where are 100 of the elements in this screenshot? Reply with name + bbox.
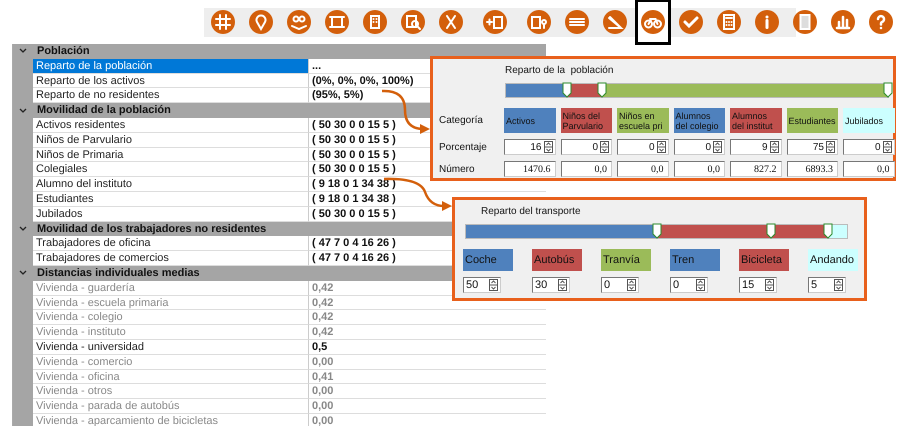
section-header[interactable]: Población — [33, 44, 90, 59]
number-field[interactable]: 0,0 — [617, 161, 668, 177]
row-label: Número — [439, 164, 476, 174]
mode-label: Tren — [670, 249, 720, 271]
property-value[interactable]: ( 50 30 0 0 15 5 ) — [312, 118, 396, 131]
slider-thumb[interactable] — [562, 82, 572, 98]
distribution-bar[interactable] — [465, 224, 848, 239]
category-label: Niños del Parvulario — [560, 108, 612, 133]
spinner-icon[interactable] — [656, 141, 666, 153]
chevron-icon[interactable] — [18, 106, 28, 115]
search-icon — [401, 10, 425, 34]
spinner-icon[interactable] — [765, 279, 774, 291]
slider-thumb[interactable] — [596, 82, 606, 98]
spin-field[interactable]: 75 — [786, 139, 838, 155]
chevron-icon[interactable] — [18, 47, 28, 56]
mode-label: Coche — [463, 249, 513, 271]
property-name[interactable]: Alumno del instituto — [33, 177, 309, 192]
property-name[interactable]: Estudiantes — [33, 192, 309, 207]
spin-field[interactable]: 30 — [532, 277, 570, 293]
spinner-icon[interactable] — [627, 279, 636, 291]
panel-title: Reparto del transporte — [481, 206, 582, 219]
category-label: Estudiantes — [786, 108, 838, 133]
slider-thumb[interactable] — [883, 82, 893, 98]
property-value[interactable]: (0%, 0%, 0%, 100%) — [312, 74, 414, 87]
property-value[interactable]: 0,5 — [312, 340, 328, 353]
spinner-icon[interactable] — [558, 279, 567, 291]
spin-field[interactable]: 0 — [560, 139, 612, 155]
mode-label: Tranvía — [601, 249, 651, 271]
property-value[interactable]: ( 50 30 0 0 15 5 ) — [312, 134, 396, 146]
spinner-icon[interactable] — [770, 141, 778, 153]
info-icon — [755, 10, 779, 34]
number-field[interactable]: 0,0 — [560, 161, 612, 177]
category-label: Niños en escuela pri — [617, 108, 668, 133]
property-name[interactable]: Reparto de la población — [33, 58, 309, 74]
number-field[interactable]: 0,0 — [674, 161, 725, 177]
mode-label: Autobús — [532, 249, 582, 271]
spinner-icon[interactable] — [489, 279, 498, 291]
spinner-icon[interactable] — [600, 141, 609, 153]
number-field[interactable]: 0,0 — [843, 161, 894, 177]
property-name[interactable]: Niños de Parvulario — [33, 132, 309, 148]
building-tree-icon — [527, 10, 551, 34]
property-value[interactable]: ( 50 30 0 0 15 5 ) — [312, 163, 396, 176]
spin-field[interactable]: 16 — [504, 139, 556, 155]
slider-thumb[interactable] — [652, 223, 662, 239]
number-field[interactable]: 1470.6 — [504, 161, 556, 177]
calculator-icon — [717, 10, 741, 34]
slider-thumb[interactable] — [822, 223, 833, 239]
number-field[interactable]: 6893.3 — [786, 161, 838, 177]
arrow — [382, 90, 430, 134]
mode-label: Andando — [808, 249, 858, 271]
spinner-icon[interactable] — [826, 141, 835, 153]
check-icon — [679, 10, 703, 34]
property-value[interactable]: ( 50 30 0 0 15 5 ) — [312, 148, 396, 161]
spinner-icon[interactable] — [882, 141, 892, 153]
spinner-icon[interactable] — [696, 279, 705, 291]
category-label: Jubilados — [843, 108, 894, 133]
bars-icon — [565, 10, 589, 34]
row-label: Categoría — [439, 115, 484, 126]
property-value[interactable]: (95%, 5%) — [312, 89, 364, 102]
panel-title: Reparto de la población — [505, 65, 614, 78]
property-name[interactable]: Reparto de los activos — [33, 74, 309, 88]
property-name[interactable]: Colegiales — [33, 162, 309, 178]
spin-field[interactable]: 50 — [463, 277, 501, 293]
category-label: Alumnos del colegio — [674, 108, 725, 133]
category-label: Alumnos del institut — [730, 108, 782, 133]
spinner-icon[interactable] — [713, 141, 722, 153]
spin-field[interactable]: 0 — [617, 139, 668, 155]
spin-field[interactable]: 0 — [670, 277, 708, 293]
property-value[interactable]: ... — [312, 60, 322, 72]
spin-field[interactable]: 5 — [808, 277, 846, 293]
property-name[interactable]: Activos residentes — [33, 118, 309, 133]
pin-icon — [249, 10, 273, 34]
number-field[interactable]: 827.2 — [730, 161, 782, 177]
spin-field[interactable]: 9 — [730, 139, 782, 155]
frame-icon — [325, 10, 349, 34]
spinner-icon[interactable] — [834, 279, 843, 291]
property-name[interactable]: Niños de Primaria — [33, 148, 309, 162]
slider-thumb[interactable] — [766, 223, 776, 239]
help-icon — [869, 10, 893, 34]
property-value[interactable]: ( 9 18 0 1 34 38 ) — [312, 192, 396, 205]
property-value[interactable]: ( 47 7 0 4 16 26 ) — [312, 252, 396, 264]
grid-icon — [211, 10, 235, 34]
spinner-icon[interactable] — [544, 141, 552, 153]
property-value[interactable]: ( 47 7 0 4 16 26 ) — [312, 237, 396, 250]
spin-field[interactable]: 0 — [674, 139, 725, 155]
row-label: Porcentaje — [439, 142, 488, 152]
property-name[interactable]: Vivienda - universidad — [33, 340, 309, 355]
mode-label: Bicicleta — [739, 249, 789, 271]
property-name[interactable]: Trabajadores de oficina — [33, 236, 309, 252]
spin-field[interactable]: 0 — [843, 139, 894, 155]
add-building-icon — [483, 10, 507, 34]
category-label: Activos — [504, 108, 556, 133]
chart-icon — [831, 10, 855, 34]
building-icon — [363, 10, 387, 34]
spin-field[interactable]: 0 — [601, 277, 639, 293]
spin-field[interactable]: 15 — [739, 277, 777, 293]
chevron-icon[interactable] — [18, 224, 28, 233]
property-value[interactable]: ( 50 30 0 0 15 5 ) — [312, 208, 396, 220]
chevron-icon[interactable] — [18, 269, 28, 278]
close-icon — [439, 10, 463, 34]
